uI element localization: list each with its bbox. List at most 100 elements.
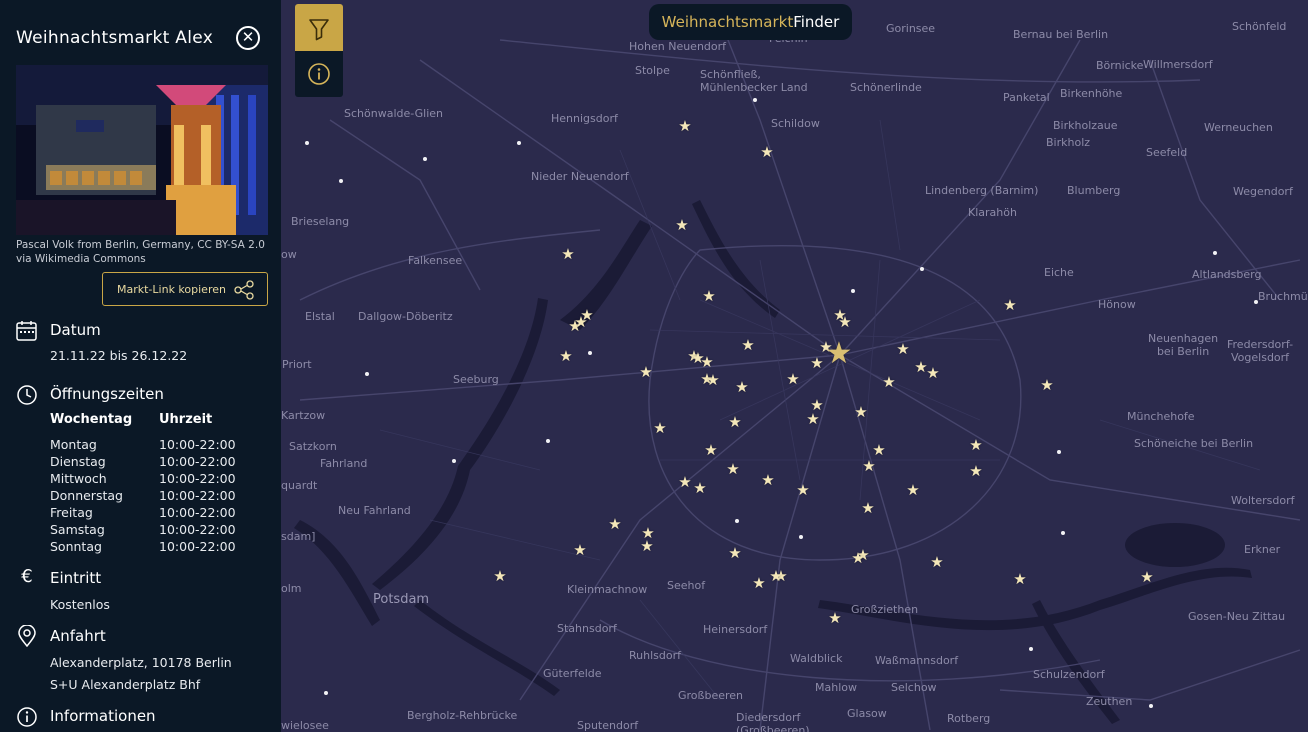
market-star-icon[interactable]: ★ [734, 380, 750, 396]
map-dot [517, 141, 521, 145]
market-star-icon[interactable]: ★ [827, 611, 843, 627]
market-star-icon[interactable]: ★ [558, 349, 574, 365]
market-star-icon[interactable]: ★ [560, 247, 576, 263]
place-label: Schönwalde-Glien [344, 107, 443, 120]
place-label: Hennigsdorf [551, 112, 618, 125]
market-detail-panel: Weihnachtsmarkt Alex ✕ Pascal Volk from … [0, 0, 281, 732]
place-label: Falkensee [408, 254, 463, 267]
directions-heading: Anfahrt [50, 627, 106, 645]
hours-day: Montag [50, 437, 97, 452]
place-label: Großziethen [851, 603, 919, 616]
place-label: Seefeld [1146, 146, 1188, 159]
market-star-icon[interactable]: ★ [727, 546, 743, 562]
market-star-icon[interactable]: ★ [809, 356, 825, 372]
place-label: Priort [282, 358, 312, 371]
market-photo [16, 65, 268, 235]
place-label: Gorinsee [886, 22, 936, 35]
place-label: Bernau bei Berlin [1013, 28, 1109, 41]
app-brand: WeihnachtsmarktFinder [649, 4, 852, 40]
market-star-icon[interactable]: ★ [607, 517, 623, 533]
map-dot [1057, 450, 1061, 454]
market-star-icon[interactable]: ★ [895, 342, 911, 358]
market-star-icon[interactable]: ★ [785, 372, 801, 388]
market-star-icon[interactable]: ★ [638, 365, 654, 381]
close-button[interactable]: ✕ [236, 26, 260, 50]
place-label: Eiche [1044, 266, 1074, 279]
market-star-icon[interactable]: ★ [759, 145, 775, 161]
copy-link-button[interactable]: Markt-Link kopieren [102, 272, 268, 306]
market-star-icon[interactable]: ★ [639, 539, 655, 555]
hours-time: 10:00-22:00 [159, 505, 236, 520]
map-dot [1061, 531, 1065, 535]
info-button[interactable] [295, 51, 343, 97]
market-star-icon[interactable]: ★ [572, 543, 588, 559]
place-label: Panketal [1003, 91, 1050, 104]
market-star-icon[interactable]: ★ [861, 459, 877, 475]
market-star-icon[interactable]: ★ [805, 412, 821, 428]
market-star-icon[interactable]: ★ [968, 464, 984, 480]
market-star-icon[interactable]: ★ [881, 375, 897, 391]
market-star-icon[interactable]: ★ [1039, 378, 1055, 394]
market-star-icon[interactable]: ★ [751, 576, 767, 592]
market-star-icon[interactable]: ★ [853, 405, 869, 421]
market-star-icon[interactable]: ★ [850, 551, 866, 567]
place-label: Blumberg [1067, 184, 1121, 197]
market-star-icon[interactable]: ★ [692, 481, 708, 497]
market-star-icon[interactable]: ★ [677, 475, 693, 491]
place-label: Sputendorf [577, 719, 639, 732]
share-icon [234, 280, 254, 300]
market-star-icon[interactable]: ★ [795, 483, 811, 499]
place-label: Rotberg [947, 712, 991, 725]
market-star-icon[interactable]: ★ [860, 501, 876, 517]
selected-market-star-icon[interactable]: ★ [824, 339, 854, 369]
place-label: Hohen Neuendorf [629, 40, 727, 53]
place-label: Bergholz-Rehbrücke [407, 709, 518, 722]
directions-transit: S+U Alexanderplatz Bhf [50, 677, 201, 692]
map-dot [339, 179, 343, 183]
place-label: Bruchmühle [1258, 290, 1308, 303]
market-star-icon[interactable]: ★ [1002, 298, 1018, 314]
market-star-icon[interactable]: ★ [1139, 570, 1155, 586]
market-star-icon[interactable]: ★ [968, 438, 984, 454]
place-label: quardt [281, 479, 318, 492]
calendar-icon [16, 321, 37, 341]
map-dot [546, 439, 550, 443]
market-star-icon[interactable]: ★ [674, 218, 690, 234]
euro-icon: € [21, 566, 33, 587]
market-star-icon[interactable]: ★ [929, 555, 945, 571]
market-star-icon[interactable]: ★ [925, 366, 941, 382]
market-star-icon[interactable]: ★ [705, 373, 721, 389]
market-star-icon[interactable]: ★ [1012, 572, 1028, 588]
place-label: Schönfeld [1232, 20, 1287, 33]
market-star-icon[interactable]: ★ [768, 569, 784, 585]
filter-button[interactable] [295, 4, 343, 51]
market-star-icon[interactable]: ★ [740, 338, 756, 354]
date-value: 21.11.22 bis 26.12.22 [50, 348, 188, 363]
place-label: Schönerlinde [850, 81, 922, 94]
market-star-icon[interactable]: ★ [677, 119, 693, 135]
market-star-icon[interactable]: ★ [690, 351, 706, 367]
place-label: Waldblick [790, 652, 843, 665]
market-star-icon[interactable]: ★ [652, 421, 668, 437]
place-label: Börnicke [1096, 59, 1144, 72]
market-star-icon[interactable]: ★ [727, 415, 743, 431]
market-star-icon[interactable]: ★ [725, 462, 741, 478]
place-label: Gosen-Neu Zittau [1188, 610, 1286, 623]
place-label: Zeuthen [1086, 695, 1133, 708]
place-label: Waßmannsdorf [875, 654, 959, 667]
info-circle-icon [17, 707, 37, 727]
map-dot [799, 535, 803, 539]
market-star-icon[interactable]: ★ [905, 483, 921, 499]
place-label: Lindenberg (Barnim) [925, 184, 1039, 197]
photo-credit: Pascal Volk from Berlin, Germany, CC BY-… [16, 239, 265, 265]
place-label: Großbeeren [678, 689, 744, 702]
location-pin-icon [18, 625, 36, 647]
market-star-icon[interactable]: ★ [837, 315, 853, 331]
place-label: Nieder Neuendorf [531, 170, 629, 183]
market-star-icon[interactable]: ★ [492, 569, 508, 585]
market-star-icon[interactable]: ★ [573, 315, 589, 331]
place-label: Heinersdorf [703, 623, 768, 636]
market-star-icon[interactable]: ★ [760, 473, 776, 489]
market-star-icon[interactable]: ★ [703, 443, 719, 459]
market-star-icon[interactable]: ★ [701, 289, 717, 305]
